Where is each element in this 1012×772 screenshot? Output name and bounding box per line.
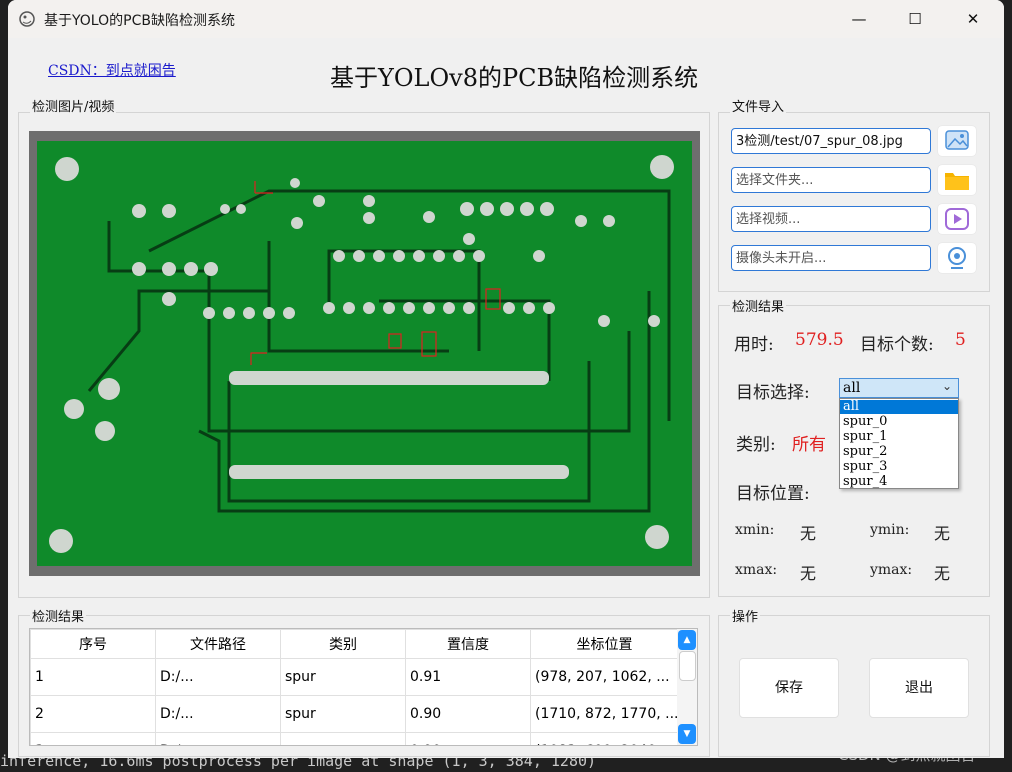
image-icon bbox=[945, 130, 969, 150]
table-cell: 0.90 bbox=[405, 732, 531, 745]
target-select-label: 目标选择: bbox=[736, 383, 810, 403]
table-cell: (978, 207, 1062, ... bbox=[530, 658, 679, 696]
dropdown-option[interactable]: spur_0 bbox=[843, 415, 887, 429]
ymax-value: 无 bbox=[934, 564, 951, 583]
class-value: 所有 bbox=[792, 435, 826, 455]
ymin-value: 无 bbox=[934, 524, 951, 543]
dropdown-option[interactable]: spur_4 bbox=[843, 475, 887, 489]
camera-input[interactable]: 摄像头未开启... bbox=[731, 245, 931, 271]
count-value: 5 bbox=[955, 330, 966, 350]
image-path-input[interactable]: 3检测/test/07_spur_08.jpg bbox=[731, 128, 931, 154]
table-cell: spur bbox=[280, 658, 406, 696]
folder-button[interactable] bbox=[938, 165, 976, 195]
table-cell: 1 bbox=[30, 658, 156, 696]
pcb-image bbox=[29, 131, 700, 576]
table-row[interactable]: 2 D:/... spur 0.90 (1710, 872, 1770, ... bbox=[30, 695, 679, 733]
video-input[interactable]: 选择视频... bbox=[731, 206, 931, 232]
table-cell: 3 bbox=[30, 732, 156, 745]
scroll-thumb[interactable] bbox=[679, 651, 696, 681]
detection-panel-title: 检测结果 bbox=[730, 296, 787, 315]
table-cell: spur bbox=[280, 695, 406, 733]
window-title: 基于YOLO的PCB缺陷检测系统 bbox=[44, 13, 235, 29]
file-import-title: 文件导入 bbox=[730, 96, 787, 115]
ymin-label: ymin: bbox=[870, 522, 910, 538]
dropdown-option[interactable]: spur_1 bbox=[843, 430, 887, 444]
xmin-label: xmin: bbox=[735, 522, 775, 538]
close-button[interactable]: ✕ bbox=[950, 6, 996, 32]
target-select[interactable]: all ⌄ bbox=[839, 378, 959, 398]
dropdown-option[interactable]: spur_3 bbox=[843, 460, 887, 474]
app-icon bbox=[18, 10, 36, 28]
xmin-value: 无 bbox=[800, 524, 817, 543]
dropdown-option[interactable]: spur_2 bbox=[843, 445, 887, 459]
table-cell: (1083, 600, 2040, ... bbox=[530, 732, 679, 745]
table-cell: (1710, 872, 1770, ... bbox=[530, 695, 679, 733]
folder-input[interactable]: 选择文件夹... bbox=[731, 167, 931, 193]
column-header[interactable]: 坐标位置 bbox=[530, 629, 679, 659]
xmax-label: xmax: bbox=[735, 562, 778, 578]
scroll-up-icon[interactable]: ▲ bbox=[678, 630, 696, 650]
column-header[interactable]: 文件路径 bbox=[155, 629, 281, 659]
webcam-icon bbox=[948, 247, 966, 269]
target-dropdown: all spur_0 spur_1 spur_2 spur_3 spur_4 bbox=[839, 398, 959, 489]
table-cell: D:/... bbox=[155, 732, 281, 745]
table-scrollbar[interactable]: ▲ ▼ bbox=[677, 629, 697, 745]
scroll-down-icon[interactable]: ▼ bbox=[678, 724, 696, 744]
column-header[interactable]: 序号 bbox=[30, 629, 156, 659]
operation-panel-title: 操作 bbox=[730, 606, 761, 625]
minimize-button[interactable]: — bbox=[836, 6, 882, 32]
table-header-row: 序号 文件路径 类别 置信度 坐标位置 bbox=[30, 629, 679, 659]
image-panel-title: 检测图片/视频 bbox=[30, 96, 117, 115]
dropdown-option-all[interactable]: all bbox=[840, 400, 958, 414]
title-bar: 基于YOLO的PCB缺陷检测系统 — ☐ ✕ bbox=[8, 0, 1004, 38]
table-cell bbox=[280, 732, 406, 745]
table-row[interactable]: 1 D:/... spur 0.91 (978, 207, 1062, ... bbox=[30, 658, 679, 696]
image-button[interactable] bbox=[938, 126, 976, 156]
video-button[interactable] bbox=[938, 204, 976, 234]
table-cell: 0.91 bbox=[405, 658, 531, 696]
results-table: 序号 文件路径 类别 置信度 坐标位置 1 D:/... spur 0.91 (… bbox=[30, 629, 679, 745]
folder-icon bbox=[945, 173, 969, 190]
column-header[interactable]: 类别 bbox=[280, 629, 406, 659]
chevron-down-icon: ⌄ bbox=[941, 379, 952, 393]
app-window: 基于YOLO的PCB缺陷检测系统 — ☐ ✕ CSDN：到点就困告 基于YOLO… bbox=[8, 0, 1004, 758]
table-row[interactable]: 3 D:/... 0.90 (1083, 600, 2040, ... bbox=[30, 732, 679, 745]
count-label: 目标个数: bbox=[860, 335, 934, 355]
camera-button[interactable] bbox=[938, 243, 976, 273]
table-cell: 0.90 bbox=[405, 695, 531, 733]
table-cell: D:/... bbox=[155, 658, 281, 696]
exit-button[interactable]: 退出 bbox=[869, 658, 969, 718]
target-select-value: all bbox=[843, 380, 861, 396]
video-icon bbox=[945, 208, 969, 230]
time-label: 用时: bbox=[734, 335, 774, 355]
time-value: 579.5 bbox=[795, 330, 844, 350]
maximize-button[interactable]: ☐ bbox=[892, 6, 938, 32]
position-label: 目标位置: bbox=[736, 484, 810, 504]
table-cell: D:/... bbox=[155, 695, 281, 733]
results-table-wrap: 序号 文件路径 类别 置信度 坐标位置 1 D:/... spur 0.91 (… bbox=[29, 628, 698, 746]
xmax-value: 无 bbox=[800, 564, 817, 583]
class-label: 类别: bbox=[736, 435, 776, 455]
table-cell: 2 bbox=[30, 695, 156, 733]
csdn-link[interactable]: CSDN：到点就困告 bbox=[48, 60, 176, 80]
ymax-label: ymax: bbox=[870, 562, 913, 578]
page-title: 基于YOLOv8的PCB缺陷检测系统 bbox=[330, 64, 699, 92]
column-header[interactable]: 置信度 bbox=[405, 629, 531, 659]
results-panel-title: 检测结果 bbox=[30, 606, 87, 625]
save-button[interactable]: 保存 bbox=[739, 658, 839, 718]
